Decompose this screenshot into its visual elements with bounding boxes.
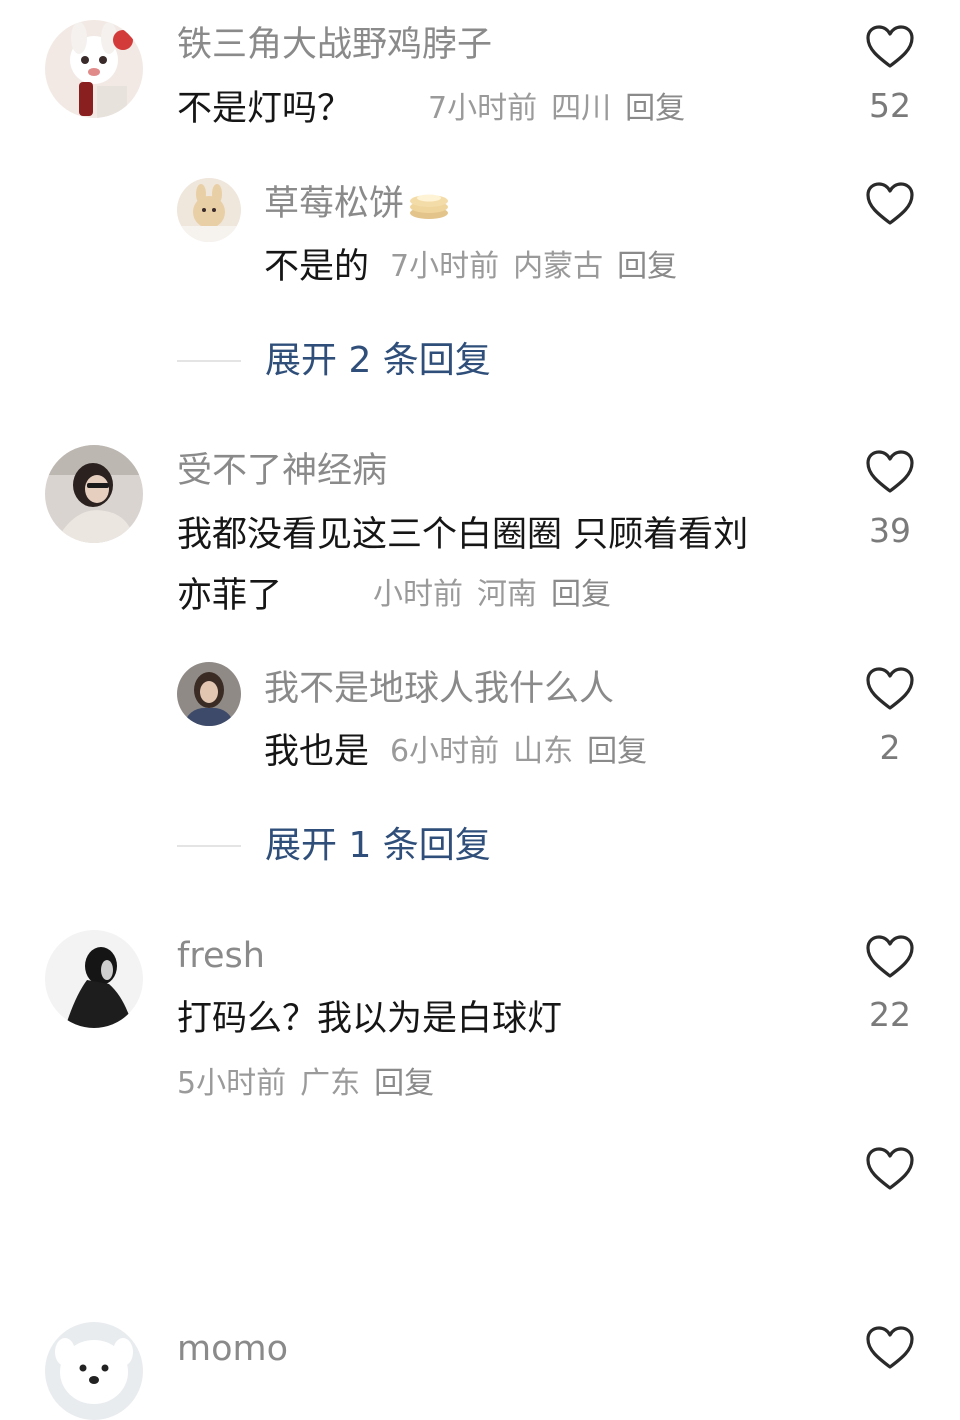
username[interactable]: 我不是地球人我什么人 <box>264 668 614 710</box>
like-button[interactable] <box>864 934 916 980</box>
like-count: 39 <box>869 511 911 550</box>
reply-button[interactable]: 回复 <box>625 91 685 126</box>
like-count: 2 <box>879 728 901 767</box>
like-button[interactable] <box>864 666 916 712</box>
timestamp: 6小时前 <box>390 734 500 769</box>
username[interactable]: 草莓松饼 <box>264 183 450 225</box>
expand-label: 展开 1 条回复 <box>265 825 491 866</box>
comment-text-line2: 亦菲了 <box>177 576 283 616</box>
comment-meta: 7小时前 内蒙古 回复 <box>390 248 691 286</box>
like-button[interactable] <box>864 24 916 70</box>
comment-text: 打码么？我以为是白球灯 <box>177 999 563 1039</box>
location: 广东 <box>300 1066 361 1101</box>
like-count: 52 <box>869 86 911 125</box>
heart-outline-icon <box>866 182 914 225</box>
comment-meta: 小时前 河南 回复 <box>373 576 625 614</box>
reply-button[interactable]: 回复 <box>617 249 677 284</box>
heart-outline-icon <box>866 667 914 710</box>
comment-text: 我都没看见这三个白圈圈 只顾着看刘 <box>177 515 749 555</box>
location: 内蒙古 <box>513 249 604 284</box>
location: 四川 <box>551 91 612 126</box>
heart-outline-icon <box>866 935 914 978</box>
username[interactable]: 铁三角大战野鸡脖子 <box>177 24 492 66</box>
username[interactable]: momo <box>177 1328 288 1370</box>
timestamp: 7小时前 <box>390 249 500 284</box>
comment-meta: 6小时前 山东 回复 <box>390 733 661 771</box>
expand-replies-button[interactable]: 展开 2 条回复 <box>177 339 491 383</box>
avatar[interactable] <box>45 445 143 543</box>
like-button[interactable] <box>864 181 916 227</box>
divider <box>177 360 241 362</box>
location: 河南 <box>477 577 537 612</box>
like-count: 22 <box>869 995 911 1034</box>
comment-text: 不是灯吗？ <box>177 89 353 129</box>
like-button[interactable] <box>864 449 916 495</box>
avatar[interactable] <box>45 20 143 118</box>
expand-label: 展开 2 条回复 <box>265 340 491 381</box>
comment-text: 我也是 <box>264 732 370 772</box>
expand-replies-button[interactable]: 展开 1 条回复 <box>177 824 491 868</box>
avatar[interactable] <box>177 178 241 242</box>
avatar[interactable] <box>45 1322 143 1420</box>
heart-outline-icon <box>866 1147 914 1190</box>
divider <box>177 845 241 847</box>
timestamp: 7小时前 <box>428 91 538 126</box>
heart-outline-icon <box>866 25 914 68</box>
reply-button[interactable]: 回复 <box>374 1066 434 1101</box>
avatar[interactable] <box>177 662 241 726</box>
pancake-emoji-icon <box>410 194 449 219</box>
timestamp: 5小时前 <box>177 1066 287 1101</box>
reply-button[interactable]: 回复 <box>551 577 611 612</box>
location: 山东 <box>513 734 574 769</box>
heart-outline-icon <box>866 1326 914 1369</box>
like-button[interactable] <box>864 1146 916 1192</box>
heart-outline-icon <box>866 450 914 493</box>
comment-text: 不是的 <box>264 247 370 287</box>
comment-meta: 5小时前 广东 回复 <box>177 1065 448 1103</box>
username[interactable]: fresh <box>177 935 265 977</box>
reply-button[interactable]: 回复 <box>587 734 647 769</box>
timestamp: 小时前 <box>373 577 463 612</box>
avatar[interactable] <box>45 930 143 1028</box>
comment-meta: 7小时前 四川 回复 <box>428 90 699 128</box>
like-button[interactable] <box>864 1325 916 1371</box>
username[interactable]: 受不了神经病 <box>177 450 387 492</box>
